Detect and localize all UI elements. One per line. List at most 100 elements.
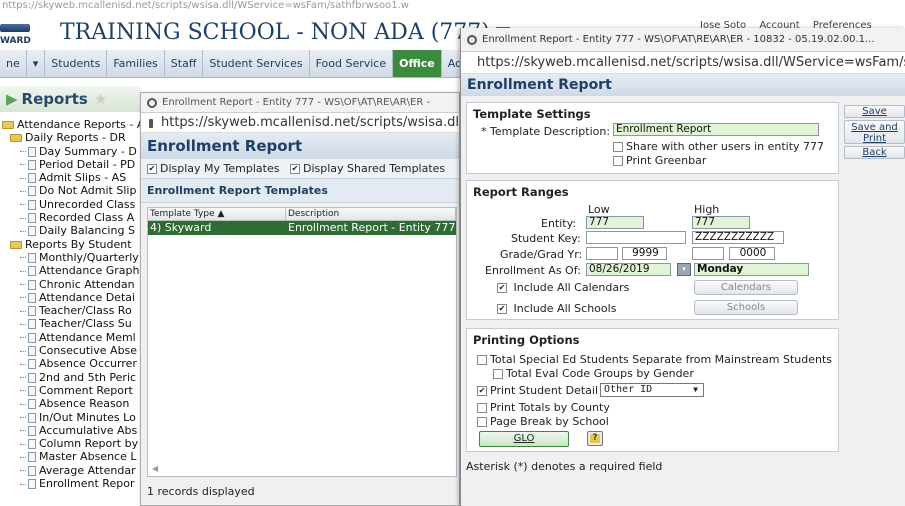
- grad-year-high-input[interactable]: 0000: [729, 247, 775, 260]
- tree-item[interactable]: Chronic Attendan: [0, 278, 145, 291]
- nav-item-food-service[interactable]: Food Service: [310, 50, 394, 77]
- browser-icon: [147, 97, 157, 108]
- display-shared-templates-checkbox[interactable]: ✔ Display Shared Templates: [289, 162, 445, 175]
- nav-item-students[interactable]: Students: [45, 50, 108, 77]
- tree-item[interactable]: Consecutive Abse: [0, 344, 145, 357]
- tree-item-label: Admit Slips - AS: [39, 171, 127, 185]
- share-checkbox[interactable]: Share with other users in entity 777: [613, 140, 824, 153]
- tree-item[interactable]: Attendance Meml: [0, 331, 145, 344]
- tree-item[interactable]: Attendance Graph: [0, 264, 145, 277]
- records-count: 1 records displayed: [147, 485, 255, 498]
- tree-item[interactable]: Teacher/Class Ro: [0, 304, 145, 317]
- print-greenbar-checkbox[interactable]: Print Greenbar: [613, 154, 706, 167]
- tree-item[interactable]: Average Attendar: [0, 464, 145, 477]
- browser-icon: [467, 34, 477, 45]
- star-icon: ★: [93, 90, 108, 108]
- tree-item[interactable]: Day Summary - D: [0, 145, 145, 158]
- save-button[interactable]: Save: [844, 105, 905, 118]
- tree-item[interactable]: Enrollment Repor: [0, 477, 145, 490]
- save-and-print-button[interactable]: Save and Print: [844, 120, 905, 144]
- print-student-detail-checkbox[interactable]: ✔ Print Student Detail: [477, 384, 598, 397]
- totals-by-county-checkbox[interactable]: Print Totals by County: [477, 401, 610, 414]
- include-all-calendars-checkbox[interactable]: ✔ Include All Calendars: [497, 281, 629, 294]
- table-row[interactable]: 4) Skyward Enrollment Report - Entity 77…: [148, 221, 456, 235]
- column-template-type[interactable]: Template Type ▲: [148, 208, 286, 220]
- nav-item-office[interactable]: Office: [393, 50, 442, 77]
- nav-item-staff[interactable]: Staff: [165, 50, 204, 77]
- logo: WARD: [0, 24, 40, 46]
- tree-item[interactable]: 2nd and 5th Peric: [0, 371, 145, 384]
- display-my-templates-checkbox[interactable]: ✔ Display My Templates: [147, 162, 279, 175]
- glo-button[interactable]: GLO: [479, 431, 569, 447]
- tree-item[interactable]: Admit Slips - AS: [0, 171, 145, 184]
- template-description-input[interactable]: Enrollment Report: [613, 123, 819, 136]
- tree-item[interactable]: In/Out Minutes Lo: [0, 411, 145, 424]
- calendar-icon[interactable]: ▾: [677, 263, 691, 276]
- folder-icon: [2, 121, 14, 129]
- page-break-checkbox[interactable]: Page Break by School: [477, 415, 609, 428]
- sped-separate-checkbox[interactable]: Total Special Ed Students Separate from …: [477, 353, 832, 366]
- tree-item[interactable]: Unrecorded Class: [0, 198, 145, 211]
- student-key-high-input[interactable]: ZZZZZZZZZZZ: [692, 231, 784, 244]
- chevron-down-icon[interactable]: ▾: [27, 50, 46, 77]
- calendars-button[interactable]: Calendars: [694, 280, 798, 295]
- tree-item-label: 2nd and 5th Peric: [39, 370, 137, 384]
- tree-item-label: Reports By Student: [25, 237, 132, 251]
- nav-item-student-services[interactable]: Student Services: [203, 50, 310, 77]
- tree-folder[interactable]: Daily Reports - DR: [0, 131, 145, 144]
- tree-item[interactable]: Daily Balancing S: [0, 224, 145, 237]
- url-bar[interactable]: https://skyweb.mcallenisd.net/scripts/ws…: [141, 113, 459, 133]
- student-detail-select[interactable]: Other ID ▼: [600, 383, 704, 397]
- tree-item-label: Accumulative Abs: [39, 423, 138, 437]
- report-tree: Attendance Reports - A Daily Reports - DR…: [0, 118, 145, 490]
- tree-item[interactable]: Comment Report: [0, 384, 145, 397]
- tree-item-label: Do Not Admit Slip: [39, 184, 137, 198]
- page-title: Enrollment Report: [461, 74, 905, 96]
- document-icon: [28, 346, 36, 357]
- horizontal-scrollbar[interactable]: ◀: [148, 464, 456, 476]
- templates-grid: Template Type ▲ Description 4) Skyward E…: [147, 207, 457, 477]
- tree-folder[interactable]: Attendance Reports - A: [0, 118, 145, 131]
- tree-item[interactable]: Master Absence L: [0, 450, 145, 463]
- back-button[interactable]: Back: [844, 146, 905, 159]
- enrollment-date-input[interactable]: 08/26/2019: [586, 263, 671, 276]
- document-icon: [28, 399, 36, 410]
- template-settings-section: Template Settings * Template Description…: [466, 102, 839, 174]
- tree-item[interactable]: Period Detail - PD: [0, 158, 145, 171]
- reports-header: ▶ Reports ★: [0, 86, 140, 112]
- tree-item[interactable]: Attendance Detai: [0, 291, 145, 304]
- grade-high-input[interactable]: [692, 247, 724, 260]
- url-bar[interactable]: https://skyweb.mcallenisd.net/scripts/ws…: [461, 52, 905, 74]
- document-icon: [28, 479, 36, 490]
- tree-item[interactable]: Do Not Admit Slip: [0, 184, 145, 197]
- tree-item[interactable]: Teacher/Class Su: [0, 317, 145, 330]
- column-description[interactable]: Description: [286, 208, 456, 220]
- entity-low-input[interactable]: 777: [586, 216, 644, 229]
- tree-item[interactable]: Absence Occurrer: [0, 357, 145, 370]
- school-title: TRAINING SCHOOL - NON ADA (777)▼: [60, 20, 510, 45]
- tree-item[interactable]: Column Report by: [0, 437, 145, 450]
- tree-folder[interactable]: Reports By Student: [0, 238, 145, 251]
- help-icon[interactable]: ?: [587, 431, 603, 446]
- tree-item-label: Consecutive Abse: [39, 344, 138, 358]
- nav-item-adminis[interactable]: Adminis: [442, 50, 460, 77]
- document-icon: [28, 186, 36, 197]
- entity-high-input[interactable]: 777: [692, 216, 750, 229]
- eval-code-checkbox[interactable]: Total Eval Code Groups by Gender: [493, 367, 694, 380]
- tree-item-label: Chronic Attendan: [39, 277, 135, 291]
- tree-item[interactable]: Recorded Class A: [0, 211, 145, 224]
- grad-year-low-input[interactable]: 9999: [622, 247, 667, 260]
- nav-item-ne[interactable]: ne: [0, 50, 27, 77]
- tree-item-label: Daily Reports - DR: [25, 131, 126, 145]
- student-key-low-input[interactable]: [586, 231, 686, 244]
- tree-item[interactable]: Monthly/Quarterly: [0, 251, 145, 264]
- nav-item-families[interactable]: Families: [107, 50, 165, 77]
- grade-low-input[interactable]: [586, 247, 618, 260]
- background-url: nttps://skyweb.mcallenisd.net/scripts/ws…: [2, 0, 409, 11]
- tree-item-label: Teacher/Class Ro: [39, 304, 132, 318]
- required-footnote: Asterisk (*) denotes a required field: [466, 460, 663, 473]
- tree-item[interactable]: Absence Reason: [0, 397, 145, 410]
- tree-item[interactable]: Accumulative Abs: [0, 424, 145, 437]
- schools-button[interactable]: Schools: [694, 300, 798, 315]
- include-all-schools-checkbox[interactable]: ✔ Include All Schools: [497, 302, 616, 315]
